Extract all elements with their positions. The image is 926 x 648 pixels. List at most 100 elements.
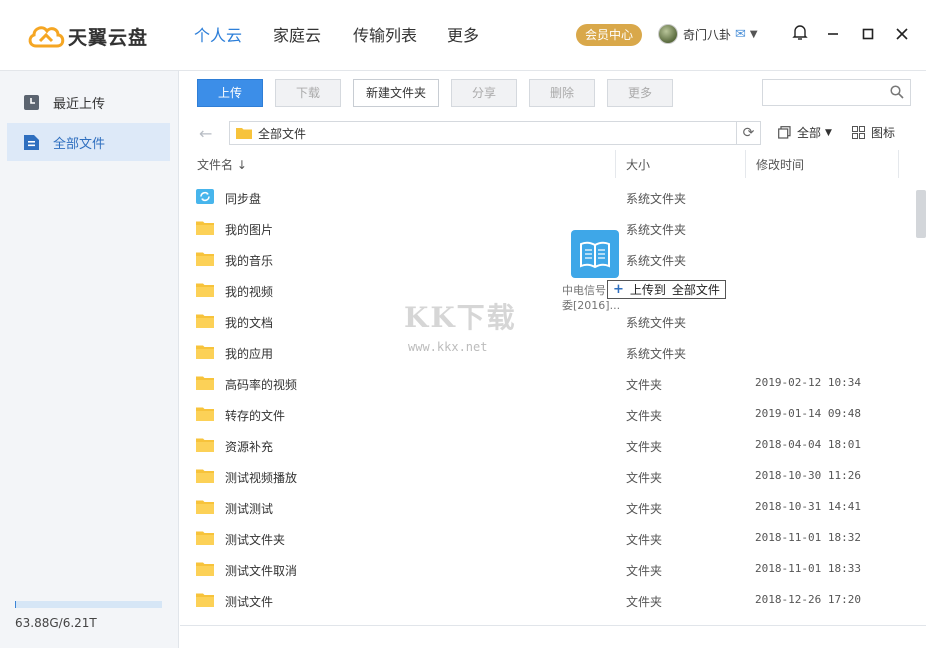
storage-quota-fill: [15, 601, 17, 608]
folder-icon: [196, 438, 214, 452]
path-bar: ← 全部文件 ⟳ 全部 ▼ 图标: [180, 116, 926, 150]
file-name[interactable]: 我的文档: [225, 314, 273, 331]
tab-personal-cloud[interactable]: 个人云: [194, 0, 242, 71]
view-mode-button[interactable]: 图标: [852, 124, 895, 141]
column-divider[interactable]: [898, 150, 899, 178]
watermark-text: KK下载: [404, 301, 517, 334]
delete-button[interactable]: 删除: [529, 79, 595, 107]
clock-icon: [24, 94, 39, 110]
watermark-url: www.kkx.net: [408, 340, 488, 354]
tab-transfer-list[interactable]: 传输列表: [353, 0, 417, 71]
toolbar: 上传 下载 新建文件夹 分享 删除 更多: [180, 71, 926, 116]
file-size: 系统文件夹: [626, 316, 687, 330]
sidebar-item-all-files[interactable]: 全部文件: [7, 123, 170, 161]
table-row[interactable]: 我的音乐 系统文件夹: [180, 244, 915, 275]
file-size: 文件夹: [626, 502, 663, 516]
drop-destination: 全部文件: [671, 283, 720, 297]
file-size: 文件夹: [626, 564, 663, 578]
table-row[interactable]: 测试文件夹 文件夹 2018-11-01 18:32: [180, 523, 915, 554]
file-name[interactable]: 测试测试: [225, 500, 273, 517]
new-folder-button[interactable]: 新建文件夹: [353, 79, 439, 107]
file-name[interactable]: 同步盘: [225, 190, 261, 207]
file-list-header: 文件名 ↓ 大小 修改时间: [180, 150, 926, 178]
search-input[interactable]: [763, 80, 883, 105]
table-row[interactable]: 测试文件 文件夹 2018-12-26 17:20: [180, 585, 915, 616]
refresh-icon[interactable]: ⟳: [736, 122, 760, 144]
share-button[interactable]: 分享: [451, 79, 517, 107]
close-icon[interactable]: [892, 24, 912, 46]
file-name[interactable]: 测试文件: [225, 593, 273, 610]
upload-button[interactable]: 上传: [197, 79, 263, 107]
vip-badge-icon: ✉: [735, 26, 746, 42]
sidebar-item-label: 全部文件: [53, 136, 106, 152]
file-modified-time: 2018-04-04 18:01: [755, 438, 861, 451]
search-box: [762, 79, 911, 106]
bell-icon[interactable]: [790, 24, 810, 46]
table-row[interactable]: 我的视频: [180, 275, 915, 306]
file-size: 文件夹: [626, 378, 663, 392]
folder-icon: [196, 562, 214, 576]
folder-icon: [236, 128, 252, 139]
avatar: [658, 24, 678, 44]
more-button[interactable]: 更多: [607, 79, 673, 107]
file-name[interactable]: 测试文件取消: [225, 562, 297, 579]
file-name[interactable]: 转存的文件: [225, 407, 285, 424]
folder-icon: [196, 283, 214, 297]
minimize-icon[interactable]: [823, 24, 843, 46]
folder-icon: [196, 314, 214, 328]
storage-quota-text: 63.88G/6.21T: [15, 616, 97, 630]
column-divider[interactable]: [745, 150, 746, 178]
file-modified-time: 2018-11-01 18:32: [755, 531, 861, 544]
file-size: 文件夹: [626, 533, 663, 547]
column-divider[interactable]: [615, 150, 616, 178]
file-name[interactable]: 我的应用: [225, 345, 273, 362]
sidebar-item-label: 最近上传: [53, 96, 106, 112]
file-icon: [24, 134, 39, 150]
user-menu[interactable]: 奇门八卦 ✉ ▼: [658, 24, 758, 44]
dragged-file-icon[interactable]: [571, 230, 619, 278]
file-name[interactable]: 测试文件夹: [225, 531, 285, 548]
table-row[interactable]: 我的文档 系统文件夹: [180, 306, 915, 337]
file-size: 系统文件夹: [626, 347, 687, 361]
table-row[interactable]: 转存的文件 文件夹 2019-01-14 09:48: [180, 399, 915, 430]
file-name[interactable]: 我的视频: [225, 283, 273, 300]
file-name[interactable]: 我的图片: [225, 221, 273, 238]
copy-icon: [778, 126, 791, 139]
main-nav: 个人云 家庭云 传输列表 更多: [182, 0, 479, 71]
table-row[interactable]: 资源补充 文件夹 2018-04-04 18:01: [180, 430, 915, 461]
table-row[interactable]: 测试测试 文件夹 2018-10-31 14:41: [180, 492, 915, 523]
filter-dropdown[interactable]: 全部 ▼: [778, 124, 832, 141]
file-size: 系统文件夹: [626, 192, 687, 206]
vip-center-button[interactable]: 会员中心: [576, 24, 642, 46]
file-size: 系统文件夹: [626, 223, 687, 237]
file-name[interactable]: 高码率的视频: [225, 376, 297, 393]
column-header-modified[interactable]: 修改时间: [756, 156, 804, 173]
file-modified-time: 2019-01-14 09:48: [755, 407, 861, 420]
file-name[interactable]: 测试视频播放: [225, 469, 297, 486]
column-header-name[interactable]: 文件名 ↓: [197, 156, 247, 173]
file-size: 系统文件夹: [626, 254, 687, 268]
back-arrow-icon[interactable]: ←: [199, 124, 212, 143]
folder-icon: [196, 221, 214, 235]
file-name[interactable]: 资源补充: [225, 438, 273, 455]
column-header-size[interactable]: 大小: [626, 156, 650, 173]
maximize-icon[interactable]: [858, 24, 878, 46]
scrollbar[interactable]: [916, 190, 926, 238]
view-mode-label: 图标: [871, 126, 896, 140]
tab-family-cloud[interactable]: 家庭云: [273, 0, 321, 71]
table-row[interactable]: 同步盘 系统文件夹: [180, 182, 915, 213]
breadcrumb[interactable]: 全部文件 ⟳: [229, 121, 761, 145]
table-row[interactable]: 高码率的视频 文件夹 2019-02-12 10:34: [180, 368, 915, 399]
table-row[interactable]: 测试视频播放 文件夹 2018-10-30 11:26: [180, 461, 915, 492]
folder-icon: [196, 376, 214, 390]
sidebar-item-recent-uploads[interactable]: 最近上传: [7, 83, 170, 121]
search-icon[interactable]: [890, 85, 904, 99]
table-row[interactable]: 我的应用 系统文件夹: [180, 337, 915, 368]
tab-more[interactable]: 更多: [447, 0, 479, 71]
file-size: 文件夹: [626, 409, 663, 423]
table-row[interactable]: 测试文件取消 文件夹 2018-11-01 18:33: [180, 554, 915, 585]
table-row[interactable]: 我的图片 系统文件夹: [180, 213, 915, 244]
file-name[interactable]: 我的音乐: [225, 252, 273, 269]
download-button[interactable]: 下载: [275, 79, 341, 107]
file-list: 同步盘 系统文件夹 我的图片 系统文件夹 我的音乐 系统文件夹 我的视频 我的文档 系统文件夹我…: [180, 182, 915, 625]
